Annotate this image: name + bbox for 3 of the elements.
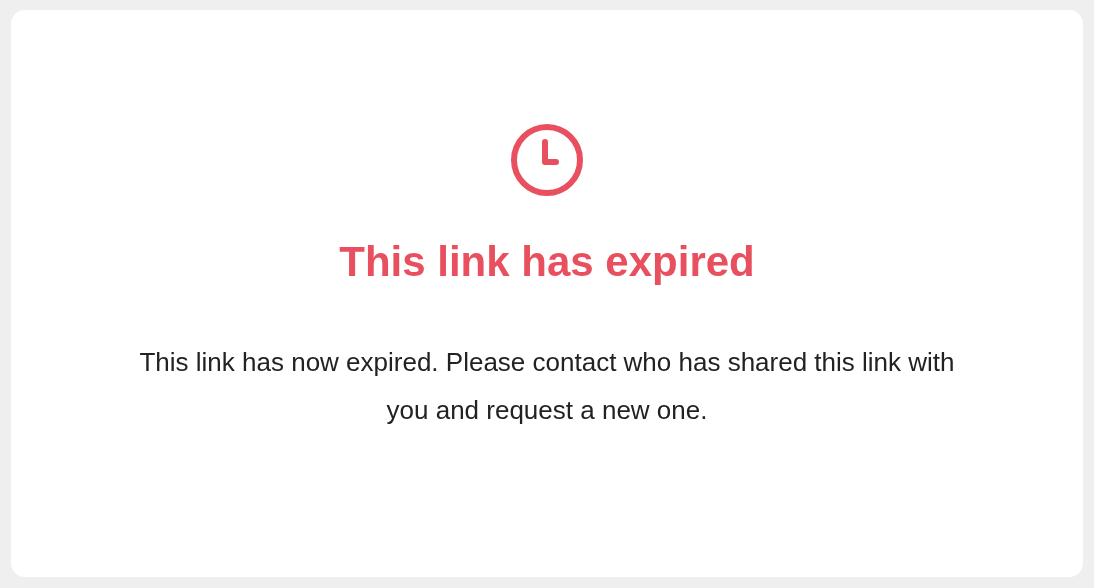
- expiry-message: This link has now expired. Please contact who has shared this link with you and request a new one.: [138, 346, 956, 427]
- page-title: This link has expired: [339, 237, 755, 287]
- clock-icon: [509, 122, 585, 198]
